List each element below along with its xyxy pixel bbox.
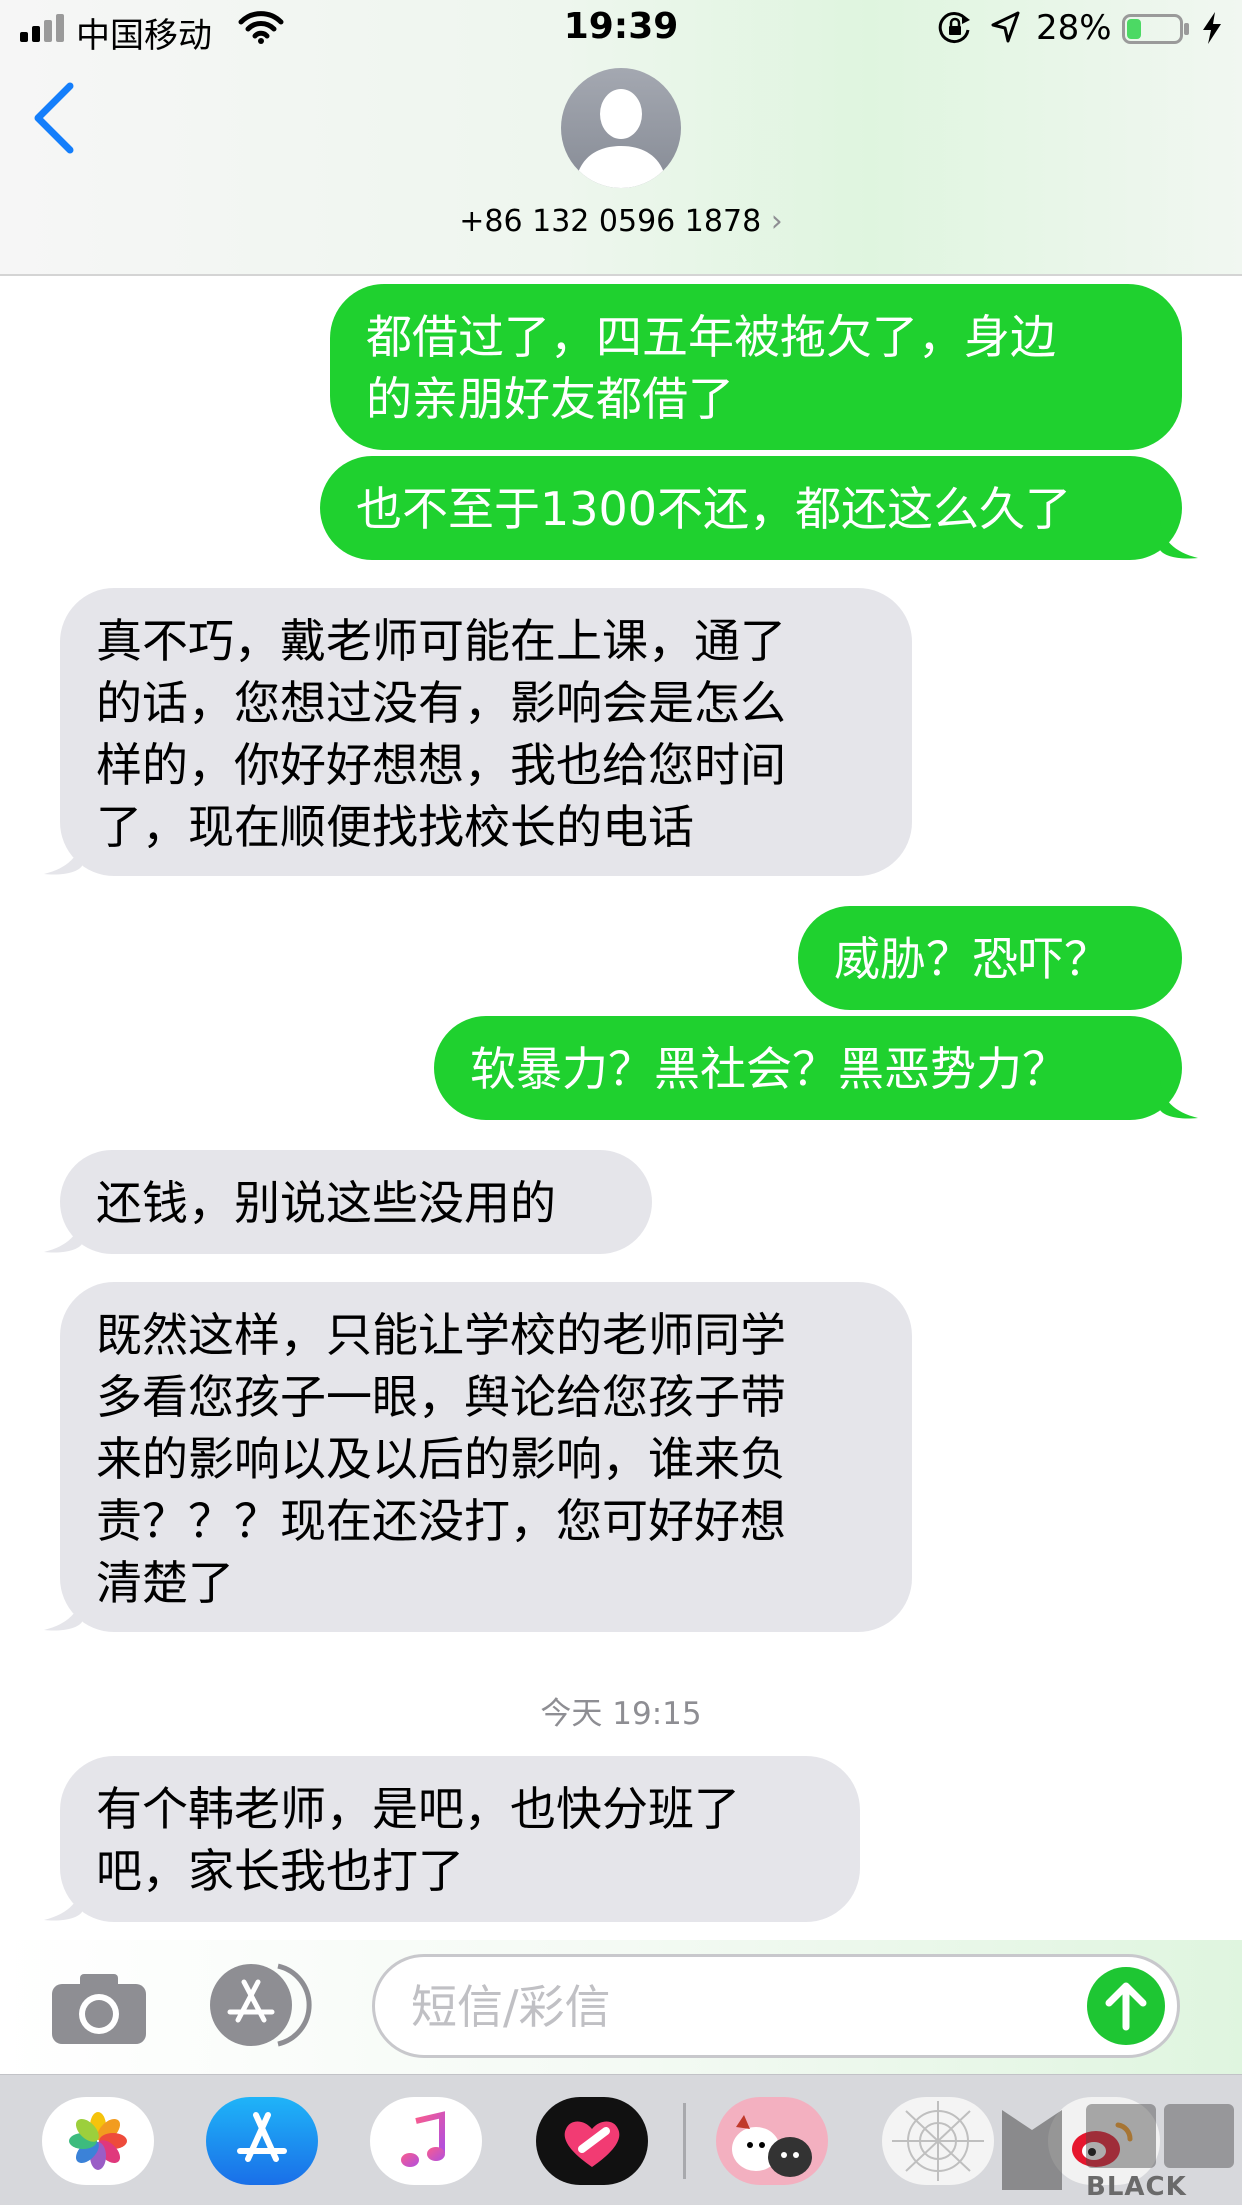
send-button[interactable] — [1087, 1967, 1165, 2045]
music-icon[interactable] — [370, 2097, 482, 2185]
messages-screen: +86 132 0596 1878 › 中国移动 19:39 28% 都借过了，… — [0, 0, 1242, 2205]
digital-touch-icon[interactable] — [536, 2097, 648, 2185]
incoming-message[interactable]: 还钱，别说这些没用的 — [60, 1150, 652, 1254]
location-arrow-icon — [991, 11, 1020, 43]
person-silhouette-icon — [575, 89, 667, 188]
grid-pattern-icon — [892, 2101, 984, 2181]
outgoing-message[interactable]: 也不至于1300不还，都还这么久了 — [320, 456, 1182, 560]
app-store-apps-icon[interactable] — [208, 1962, 318, 2048]
outgoing-message[interactable]: 软暴力？黑社会？黑恶势力？ — [434, 1016, 1182, 1120]
battery-icon — [1122, 14, 1189, 44]
watermark-text: BLACK CAT — [1086, 2172, 1187, 2205]
heart-icon — [564, 2121, 620, 2167]
battery-percent: 28% — [1036, 8, 1112, 48]
message-timestamp: 今天 19:15 — [540, 1696, 702, 1732]
contact-number[interactable]: +86 132 0596 1878 › — [0, 204, 1242, 239]
message-composer — [0, 1940, 1242, 2074]
incoming-message[interactable]: 真不巧，戴老师可能在上课，通了 的话，您想过没有，影响会是怎么 样的，你好好想想… — [60, 588, 912, 876]
drawer-divider — [683, 2103, 686, 2179]
outgoing-message[interactable]: 都借过了，四五年被拖欠了，身边 的亲朋好友都借了 — [330, 284, 1182, 450]
camera-icon[interactable] — [50, 1970, 148, 2046]
bubble-tail — [44, 1214, 82, 1253]
orientation-lock-icon — [938, 12, 970, 44]
outgoing-message[interactable]: 威胁？恐吓？ — [798, 906, 1182, 1010]
music-note-icon — [401, 2111, 445, 2167]
grid-sticker-icon[interactable] — [882, 2097, 994, 2185]
app-store-icon[interactable] — [206, 2097, 318, 2185]
incoming-message[interactable]: 既然这样，只能让学校的老师同学 多看您孩子一眼，舆论给您孩子带 来的影响以及以后… — [60, 1282, 912, 1632]
message-input[interactable] — [411, 1977, 1031, 2037]
bubble-tail — [1160, 1080, 1198, 1119]
photos-icon[interactable] — [42, 2097, 154, 2185]
photos-flower-icon — [69, 2112, 127, 2170]
contact-number-text: +86 132 0596 1878 — [459, 204, 762, 239]
app-store-glyph-icon — [237, 2112, 287, 2162]
bubble-tail — [44, 1882, 82, 1921]
bubble-tail — [1160, 520, 1198, 559]
cat-sticker-icon — [732, 2115, 812, 2177]
back-chevron-icon[interactable] — [30, 80, 80, 156]
bubble-tail — [44, 836, 82, 875]
bubble-tail — [44, 1592, 82, 1631]
incoming-message[interactable]: 有个韩老师，是吧，也快分班了 吧，家长我也打了 — [60, 1756, 860, 1922]
chevron-right-icon: › — [770, 204, 783, 239]
message-input-container[interactable] — [372, 1954, 1180, 2058]
charging-bolt-icon — [1203, 12, 1221, 44]
contact-avatar[interactable] — [561, 68, 681, 188]
status-bar: 中国移动 19:39 28% — [0, 0, 1242, 58]
arrow-up-icon — [1105, 1982, 1147, 2031]
animoji-sticker-icon[interactable] — [716, 2097, 828, 2185]
